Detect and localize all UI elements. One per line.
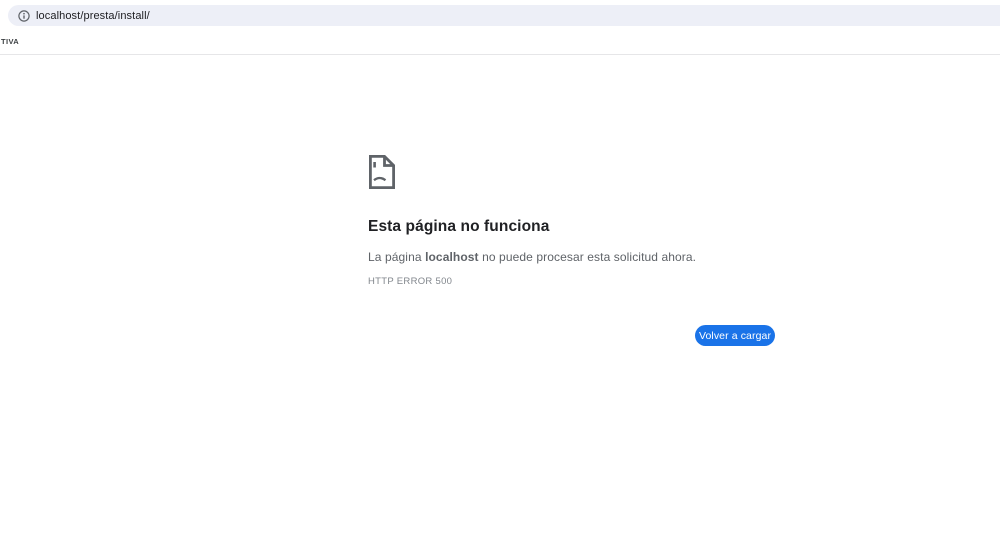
- info-icon[interactable]: [18, 9, 30, 22]
- error-message-suffix: no puede procesar esta solicitud ahora.: [478, 250, 697, 264]
- bookmarks-bar: TIVA: [0, 33, 1000, 49]
- toolbar-divider: [0, 54, 1000, 55]
- error-title: Esta página no funciona: [368, 218, 550, 235]
- reload-button[interactable]: Volver a cargar: [695, 325, 775, 346]
- error-message-prefix: La página: [368, 250, 426, 264]
- bookmark-item[interactable]: TIVA: [1, 37, 19, 46]
- sad-page-icon: [368, 154, 396, 190]
- error-message: La página localhost no puede procesar es…: [368, 250, 696, 264]
- error-code: HTTP ERROR 500: [368, 276, 453, 287]
- address-bar[interactable]: localhost/presta/install/: [8, 5, 1000, 26]
- browser-window: localhost/presta/install/ TIVA Esta pági…: [0, 0, 1000, 535]
- error-message-host: localhost: [425, 250, 479, 264]
- url-text[interactable]: localhost/presta/install/: [36, 10, 150, 22]
